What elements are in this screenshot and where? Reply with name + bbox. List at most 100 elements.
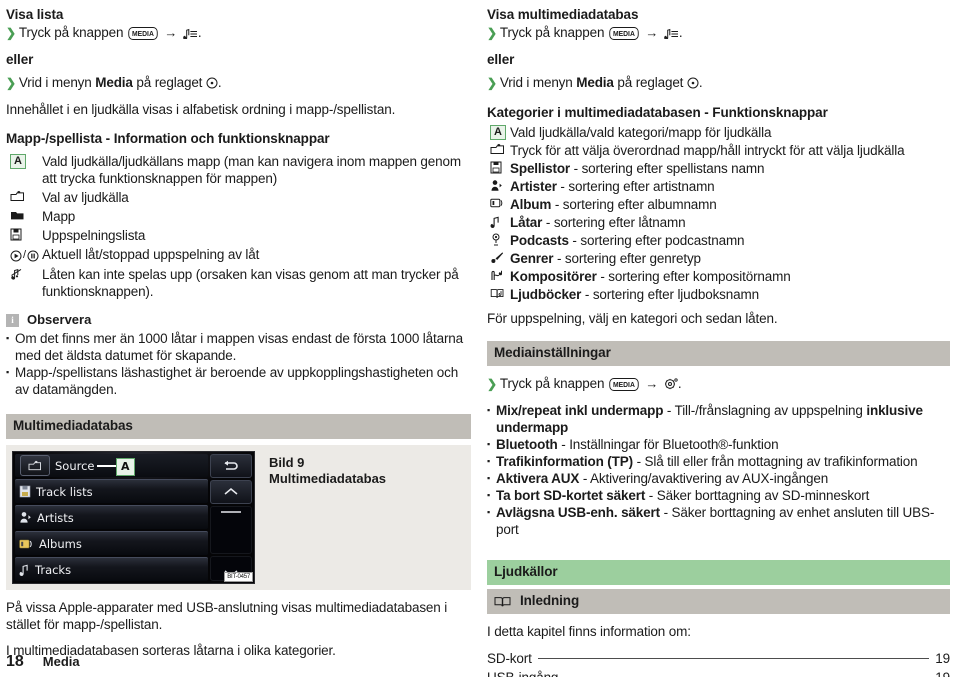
settings-bullet-bold: Ta bort SD-kortet säkert xyxy=(496,488,646,503)
legend-row: Uppspelningslista xyxy=(6,227,471,244)
rotary-knob-icon xyxy=(206,77,218,89)
settings-bullet-bold: Bluetooth xyxy=(496,437,558,452)
audiobook-icon xyxy=(487,286,510,300)
note-icon xyxy=(19,563,30,576)
note-icon xyxy=(487,214,510,228)
arrow-right-icon: → xyxy=(645,25,659,40)
section-banner-ljudkallor: Ljudkällor xyxy=(487,560,950,585)
legend-text: Vald ljudkälla/vald kategori/mapp för lj… xyxy=(510,125,772,140)
legend-bold: Låtar xyxy=(510,215,543,230)
legend-row: Podcasts - sortering efter podcastnamn xyxy=(487,232,950,249)
settings-bullet-text: Aktivera AUX - Aktivering/avaktivering a… xyxy=(496,471,829,486)
figure-caption-line1: Bild 9 xyxy=(269,455,305,470)
legend-text: Låten kan inte spelas upp (orsaken kan v… xyxy=(42,267,459,299)
folder-up-icon[interactable] xyxy=(20,455,50,476)
info-icon: i xyxy=(6,313,19,327)
settings-bullet-text: Bluetooth - Inställningar för Bluetooth®… xyxy=(496,437,779,452)
toc-label: USB-ingång xyxy=(487,668,558,677)
legend-row: Tryck för att välja överordnad mapp/håll… xyxy=(487,142,950,159)
right-heading-kategorier: Kategorier i multimediadatabasen - Funkt… xyxy=(487,105,828,120)
legend-bold: Ljudböcker xyxy=(510,287,582,302)
legend-text: Genrer - sortering efter genretyp xyxy=(510,251,701,266)
composer-icon xyxy=(487,268,510,282)
screen-row-source[interactable]: Source A xyxy=(15,454,208,477)
figure-multimediadatabas: Source A Track lists Artists Albums Trac… xyxy=(6,445,471,590)
screen-row-track-lists[interactable]: Track lists xyxy=(15,479,208,503)
right-step-1-text: Tryck på knappen MEDIA → . xyxy=(499,25,683,40)
arrow-right-icon: → xyxy=(645,376,659,391)
right-or-label: eller xyxy=(487,52,515,67)
right-icon-legend-list: A Vald ljudkälla/vald kategori/mapp för … xyxy=(487,124,950,303)
settings-bullet-bold: Trafikinformation (TP) xyxy=(496,454,633,469)
settings-bullet: Avlägsna USB-enh. säkert - Säker borttag… xyxy=(487,504,950,538)
toc-entry[interactable]: USB-ingång 19 xyxy=(487,668,950,677)
dash-icon[interactable] xyxy=(210,505,252,555)
media-key-icon: MEDIA xyxy=(609,27,639,40)
footer-page-number: 18 xyxy=(6,653,24,670)
chevron-up-icon[interactable] xyxy=(210,479,252,504)
legend-text: Ljudböcker - sortering efter ljudboksnam… xyxy=(510,287,759,302)
playlist-icon xyxy=(487,160,510,174)
screen-row-albums[interactable]: Albums xyxy=(15,531,208,555)
play-icon xyxy=(10,250,22,261)
folder-icon xyxy=(6,208,42,221)
list-note-icon xyxy=(664,27,679,39)
notice-header: i Observera xyxy=(6,312,471,328)
settings-bullet-bold: Avlägsna USB-enh. säkert xyxy=(496,505,660,520)
back-icon[interactable] xyxy=(210,454,252,478)
legend-row: Genrer - sortering efter genretyp xyxy=(487,250,950,267)
chevron-right-icon: ❯ xyxy=(6,76,16,90)
playlist-icon xyxy=(19,485,31,498)
screen-row-label: Tracks xyxy=(35,562,72,577)
legend-row: Kompositörer - sortering efter kompositö… xyxy=(487,268,950,285)
table-of-contents: SD-kort 19 USB-ingång 19 Bluetooth®-spel… xyxy=(487,649,950,677)
legend-bold: Podcasts xyxy=(510,233,569,248)
left-column: Visa lista ❯ Tryck på knappen MEDIA → . … xyxy=(0,0,479,677)
toc-page-number: 19 xyxy=(935,651,950,666)
infotainment-screen: Source A Track lists Artists Albums Trac… xyxy=(12,451,255,584)
legend-row: Artister - sortering efter artistnamn xyxy=(487,178,950,195)
notice-bullet-text: Om det finns mer än 1000 låtar i mappen … xyxy=(15,331,464,363)
book-icon xyxy=(494,595,511,608)
square-bullet-icon xyxy=(487,436,496,453)
legend-bold: Artister xyxy=(510,179,557,194)
subsection-banner-label: Inledning xyxy=(520,593,580,608)
legend-row: Låten kan inte spelas upp (orsaken kan v… xyxy=(6,266,471,300)
right-step-2-bold: Media xyxy=(576,75,614,90)
notice-bullet: Om det finns mer än 1000 låtar i mappen … xyxy=(6,330,471,364)
section-banner-multimediadatabas: Multimediadatabas xyxy=(6,414,471,439)
right-column: Visa multimediadatabas ❯ Tryck på knappe… xyxy=(479,0,958,677)
square-bullet-icon xyxy=(487,402,496,419)
square-bullet-icon xyxy=(487,470,496,487)
legend-text: Uppspelningslista xyxy=(42,228,146,243)
notice-block: i Observera Om det finns mer än 1000 låt… xyxy=(6,312,471,398)
settings-bullet: Bluetooth - Inställningar för Bluetooth®… xyxy=(487,436,950,453)
toc-leader xyxy=(537,658,930,659)
notice-bullet-text: Mapp-/spellistans läshastighet är beroen… xyxy=(15,365,459,397)
left-heading-mapp-spellista: Mapp-/spellista - Information och funkti… xyxy=(6,131,330,146)
legend-text: Vald ljudkälla/ljudkällans mapp (man kan… xyxy=(42,154,461,186)
legend-text: Kompositörer - sortering efter kompositö… xyxy=(510,269,791,284)
left-step-2-text: Vrid i menyn Media på reglaget . xyxy=(18,75,222,90)
settings-bullet-text: Avlägsna USB-enh. säkert - Säker borttag… xyxy=(496,505,935,537)
screen-row-artists[interactable]: Artists xyxy=(15,505,208,529)
toc-entry[interactable]: SD-kort 19 xyxy=(487,649,950,668)
settings-bullet: Aktivera AUX - Aktivering/avaktivering a… xyxy=(487,470,950,487)
album-icon xyxy=(19,538,34,550)
right-intro-text: I detta kapitel finns information om: xyxy=(487,624,691,639)
chevron-right-icon: ❯ xyxy=(6,26,16,40)
footer-chapter-title: Media xyxy=(42,654,80,669)
figure-caption: Bild 9 Multimediadatabas xyxy=(255,451,386,584)
left-step-1: ❯ Tryck på knappen MEDIA → . xyxy=(6,24,471,42)
legend-text: Album - sortering efter albumnamn xyxy=(510,197,717,212)
left-intro-paragraph: Innehållet i en ljudkälla visas i alfabe… xyxy=(6,102,396,117)
square-bullet-icon xyxy=(487,487,496,504)
legend-bold: Album xyxy=(510,197,552,212)
screen-row-tracks[interactable]: Tracks xyxy=(15,557,208,581)
legend-row: Mapp xyxy=(6,208,471,225)
artist-icon xyxy=(19,511,32,524)
artist-icon xyxy=(487,178,510,192)
square-bullet-icon xyxy=(6,330,15,347)
settings-bullet: Ta bort SD-kortet säkert - Säker borttag… xyxy=(487,487,950,504)
legend-text: Podcasts - sortering efter podcastnamn xyxy=(510,233,745,248)
